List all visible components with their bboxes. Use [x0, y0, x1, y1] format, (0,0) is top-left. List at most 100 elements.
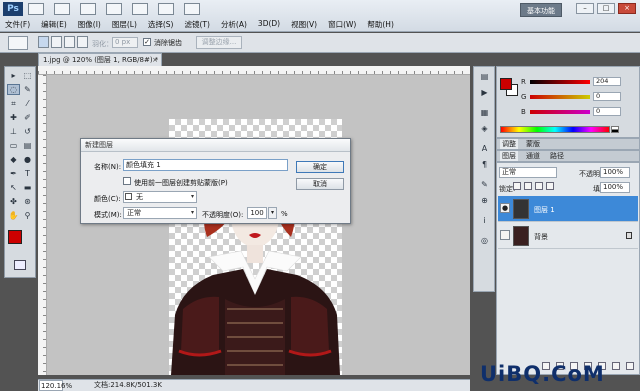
hand-tool-icon[interactable]: ✋: [7, 210, 20, 221]
color-select[interactable]: 无 ▾: [123, 191, 197, 203]
eye-icon[interactable]: ●: [500, 203, 510, 213]
mini-bridge-icon[interactable]: [54, 3, 70, 15]
new-layer-icon[interactable]: [612, 362, 620, 370]
layer-row[interactable]: ● 图层 1: [498, 196, 638, 222]
delete-layer-icon[interactable]: [626, 362, 634, 370]
3d-orbit-tool-icon[interactable]: ⊛: [21, 196, 34, 207]
swatches-panel-icon[interactable]: ▦: [478, 107, 491, 119]
tab-masks[interactable]: 蒙版: [524, 139, 542, 149]
menu-filter[interactable]: 滤镜(T): [185, 19, 210, 30]
green-value-input[interactable]: 0: [593, 92, 621, 101]
clone-source-panel-icon[interactable]: ⊕: [478, 195, 491, 207]
gradient-tool-icon[interactable]: ▤: [21, 140, 34, 151]
menu-layer[interactable]: 图层(L): [112, 19, 137, 30]
type-tool-icon[interactable]: T: [21, 168, 34, 179]
pen-tool-icon[interactable]: ✒: [7, 168, 20, 179]
zoom-readout[interactable]: 120.16%: [39, 380, 72, 391]
layer-row[interactable]: 背景: [498, 223, 638, 249]
zoom-tool-icon[interactable]: ⚲: [21, 210, 34, 221]
panel-foreground-color[interactable]: [500, 78, 512, 90]
shape-tool-icon[interactable]: ▬: [21, 182, 34, 193]
black-white-swatch[interactable]: [611, 126, 619, 133]
cancel-button[interactable]: 取消: [296, 178, 344, 190]
foreground-color-swatch[interactable]: [8, 230, 22, 244]
layer-fill-input[interactable]: 100%: [600, 182, 630, 193]
opacity-input[interactable]: 100: [247, 207, 267, 219]
path-selection-tool-icon[interactable]: ↖: [7, 182, 20, 193]
hand-tool-icon[interactable]: [132, 3, 148, 15]
clipping-mask-checkbox[interactable]: [123, 177, 131, 185]
intersect-selection-icon[interactable]: [77, 36, 88, 48]
eyedropper-tool-icon[interactable]: ⁄: [21, 98, 34, 109]
blue-slider[interactable]: [530, 110, 590, 114]
restore-button[interactable]: □: [597, 3, 615, 14]
quick-selection-tool-icon[interactable]: ✎: [21, 84, 34, 95]
canvas-area[interactable]: [47, 75, 470, 375]
blur-tool-icon[interactable]: ◆: [7, 154, 20, 165]
ok-button[interactable]: 确定: [296, 161, 344, 173]
color-spectrum-bar[interactable]: [500, 126, 610, 133]
new-selection-icon[interactable]: [38, 36, 49, 48]
styles-panel-icon[interactable]: ◈: [478, 123, 491, 135]
close-button[interactable]: ×: [618, 3, 636, 14]
menu-image[interactable]: 图像(I): [78, 19, 101, 30]
antialias-checkbox[interactable]: ✓: [143, 38, 151, 46]
zoom-level-icon[interactable]: [106, 3, 122, 15]
feather-input[interactable]: 0 px: [112, 37, 138, 48]
tab-channels[interactable]: 通道: [524, 151, 542, 161]
document-close-icon[interactable]: ×: [152, 54, 158, 66]
refine-edge-button[interactable]: 调整边缘...: [196, 36, 242, 49]
workspace-switcher-button[interactable]: 基本功能: [520, 3, 562, 17]
menu-help[interactable]: 帮助(H): [367, 19, 394, 30]
eraser-tool-icon[interactable]: ▭: [7, 140, 20, 151]
crop-tool-icon[interactable]: ⌗: [7, 98, 20, 109]
menu-window[interactable]: 窗口(W): [328, 19, 356, 30]
menu-analysis[interactable]: 分析(A): [221, 19, 247, 30]
arrange-documents-icon[interactable]: [158, 3, 174, 15]
menu-3d[interactable]: 3D(D): [258, 19, 280, 30]
marquee-tool-icon[interactable]: ⬚: [21, 70, 34, 81]
navigator-panel-icon[interactable]: ◎: [478, 235, 491, 247]
dodge-tool-icon[interactable]: ●: [21, 154, 34, 165]
red-slider[interactable]: [530, 80, 590, 84]
add-selection-icon[interactable]: [51, 36, 62, 48]
healing-brush-tool-icon[interactable]: ✚: [7, 112, 20, 123]
subtract-selection-icon[interactable]: [64, 36, 75, 48]
opacity-dropdown-button[interactable]: ▾: [268, 207, 277, 219]
history-brush-tool-icon[interactable]: ↺: [21, 126, 34, 137]
brushes-panel-icon[interactable]: ✎: [478, 179, 491, 191]
menu-edit[interactable]: 编辑(E): [41, 19, 67, 30]
view-extras-icon[interactable]: [80, 3, 96, 15]
lasso-preset-picker[interactable]: [8, 36, 28, 50]
actions-panel-icon[interactable]: ▶: [478, 87, 491, 99]
brush-tool-icon[interactable]: ✐: [21, 112, 34, 123]
character-panel-icon[interactable]: A: [478, 143, 491, 155]
blend-mode-select[interactable]: 正常 ▾: [123, 207, 197, 219]
lasso-tool-icon[interactable]: ◌: [7, 84, 20, 95]
layer-name-input[interactable]: 颜色填充 1: [123, 159, 288, 171]
history-panel-icon[interactable]: ▤: [478, 71, 491, 83]
lock-position-icon[interactable]: [535, 182, 543, 190]
bridge-icon[interactable]: [28, 3, 44, 15]
screen-mode-icon[interactable]: [184, 3, 200, 15]
clone-stamp-tool-icon[interactable]: ⊥: [7, 126, 20, 137]
red-value-input[interactable]: 204: [593, 77, 621, 86]
layer-opacity-input[interactable]: 100%: [600, 167, 630, 178]
3d-rotate-tool-icon[interactable]: ✤: [7, 196, 20, 207]
move-tool-icon[interactable]: ▸: [7, 70, 20, 81]
tab-paths[interactable]: 路径: [548, 151, 566, 161]
blue-value-input[interactable]: 0: [593, 107, 621, 116]
eye-icon[interactable]: [500, 230, 510, 240]
quick-mask-icon[interactable]: [14, 260, 26, 270]
tab-layers[interactable]: 图层: [500, 151, 518, 161]
green-slider[interactable]: [530, 95, 590, 99]
paragraph-panel-icon[interactable]: ¶: [478, 159, 491, 171]
menu-view[interactable]: 视图(V): [291, 19, 317, 30]
lock-all-icon[interactable]: [546, 182, 554, 190]
layer-blend-mode-select[interactable]: 正常: [499, 167, 557, 178]
menu-file[interactable]: 文件(F): [5, 19, 30, 30]
menu-select[interactable]: 选择(S): [148, 19, 174, 30]
lock-image-icon[interactable]: [524, 182, 532, 190]
minimize-button[interactable]: –: [576, 3, 594, 14]
info-panel-icon[interactable]: i: [478, 215, 491, 227]
